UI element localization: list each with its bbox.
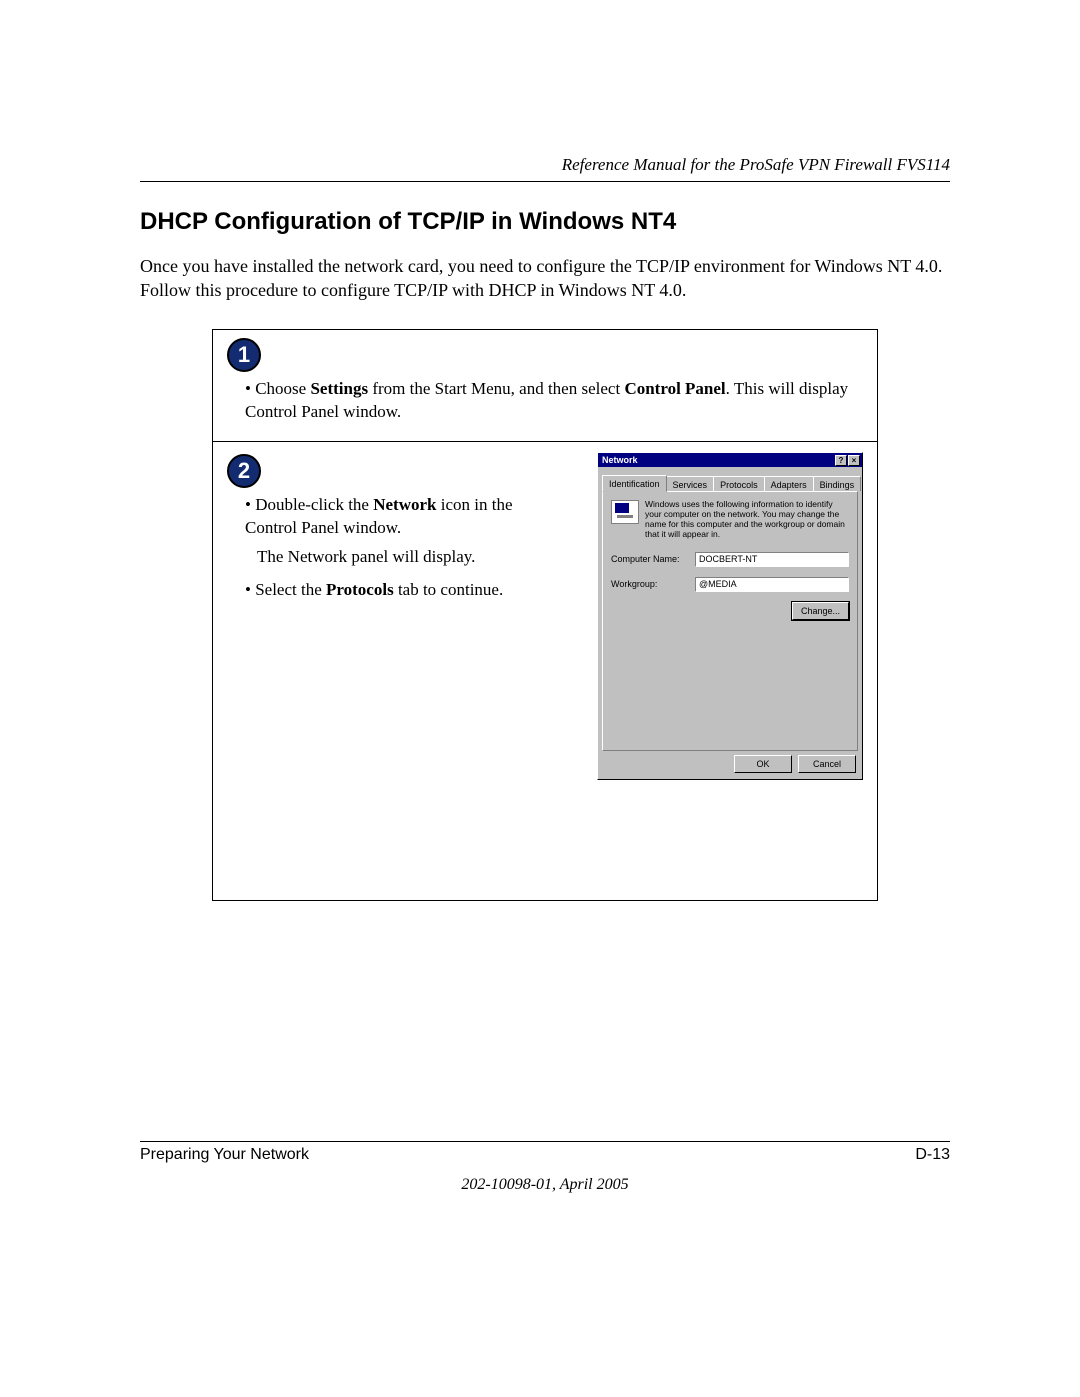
workgroup-row: Workgroup: @MEDIA bbox=[611, 577, 849, 592]
dialog-button-row: OK Cancel bbox=[598, 755, 862, 779]
text-fragment: • Choose bbox=[245, 379, 310, 398]
footer-rule bbox=[140, 1141, 950, 1142]
step-badge-1: 1 bbox=[227, 338, 261, 372]
step-2-line3: • Select the Protocols tab to continue. bbox=[245, 579, 555, 602]
footer-right: D-13 bbox=[915, 1146, 950, 1164]
titlebar-buttons: ? × bbox=[835, 455, 860, 466]
tab-content: Windows uses the following information t… bbox=[602, 491, 858, 751]
help-icon[interactable]: ? bbox=[835, 455, 847, 466]
step-2-body: • Double-click the Network icon in the C… bbox=[227, 442, 561, 602]
change-row: Change... bbox=[611, 602, 849, 620]
tab-strip: Identification Services Protocols Adapte… bbox=[598, 467, 862, 491]
intro-paragraph: Once you have installed the network card… bbox=[140, 254, 950, 303]
running-head: Reference Manual for the ProSafe VPN Fir… bbox=[140, 155, 950, 175]
cancel-button[interactable]: Cancel bbox=[798, 755, 856, 773]
doc-id: 202-10098-01, April 2005 bbox=[140, 1176, 950, 1194]
step-2: 2 • Double-click the Network icon in the… bbox=[213, 442, 877, 900]
tab-protocols[interactable]: Protocols bbox=[713, 476, 765, 491]
ok-button[interactable]: OK bbox=[734, 755, 792, 773]
tab-identification[interactable]: Identification bbox=[602, 475, 667, 492]
text-fragment: • Double-click the bbox=[245, 495, 373, 514]
description-row: Windows uses the following information t… bbox=[611, 500, 849, 539]
workgroup-label: Workgroup: bbox=[611, 579, 689, 589]
tab-bindings[interactable]: Bindings bbox=[813, 476, 862, 491]
computer-icon bbox=[611, 500, 639, 524]
bold-control-panel: Control Panel bbox=[624, 379, 725, 398]
step-1-body: • Choose Settings from the Start Menu, a… bbox=[227, 330, 863, 424]
computer-name-label: Computer Name: bbox=[611, 554, 689, 564]
footer: Preparing Your Network D-13 202-10098-01… bbox=[140, 1141, 950, 1194]
header-rule bbox=[140, 181, 950, 182]
computer-name-row: Computer Name: DOCBERT-NT bbox=[611, 552, 849, 567]
description-text: Windows uses the following information t… bbox=[645, 500, 849, 539]
bold-protocols: Protocols bbox=[326, 580, 394, 599]
section-title: DHCP Configuration of TCP/IP in Windows … bbox=[140, 208, 950, 236]
document-page: Reference Manual for the ProSafe VPN Fir… bbox=[0, 0, 1080, 1264]
step-2-line1: • Double-click the Network icon in the C… bbox=[245, 494, 555, 540]
steps-box: 1 • Choose Settings from the Start Menu,… bbox=[212, 329, 878, 902]
bold-network: Network bbox=[373, 495, 436, 514]
workgroup-value: @MEDIA bbox=[695, 577, 849, 592]
step-1: 1 • Choose Settings from the Start Menu,… bbox=[213, 330, 877, 443]
footer-left: Preparing Your Network bbox=[140, 1146, 309, 1164]
tab-adapters[interactable]: Adapters bbox=[764, 476, 814, 491]
change-button[interactable]: Change... bbox=[792, 602, 849, 620]
text-fragment: tab to continue. bbox=[394, 580, 504, 599]
step-2-line2: The Network panel will display. bbox=[257, 546, 555, 569]
text-fragment: • Select the bbox=[245, 580, 326, 599]
titlebar[interactable]: Network ? × bbox=[598, 453, 862, 467]
bold-settings: Settings bbox=[310, 379, 368, 398]
network-dialog: Network ? × Identification Services Prot… bbox=[597, 452, 863, 780]
tab-services[interactable]: Services bbox=[666, 476, 715, 491]
step-1-text: • Choose Settings from the Start Menu, a… bbox=[245, 378, 857, 424]
close-icon[interactable]: × bbox=[848, 455, 860, 466]
footer-row: Preparing Your Network D-13 bbox=[140, 1146, 950, 1164]
computer-name-value: DOCBERT-NT bbox=[695, 552, 849, 567]
window-title: Network bbox=[602, 455, 638, 465]
text-fragment: from the Start Menu, and then select bbox=[368, 379, 624, 398]
